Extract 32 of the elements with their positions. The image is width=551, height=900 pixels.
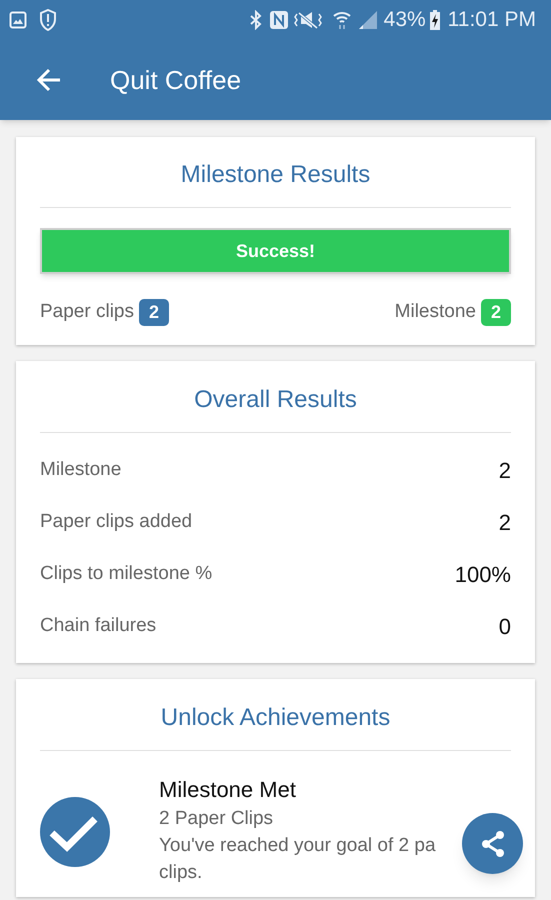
success-banner: Success!	[40, 228, 511, 274]
count-badge: 2	[139, 298, 170, 326]
result-value: 2	[498, 509, 511, 537]
result-value: 100%	[454, 561, 511, 589]
wifi-icon	[332, 9, 352, 31]
result-label: Milestone	[40, 458, 122, 482]
achievement-subtitle: 2 Paper Clips	[159, 806, 274, 830]
vibrate-mute-icon	[294, 10, 322, 30]
badge-label: Milestone	[394, 300, 476, 324]
count-badge: 2	[480, 298, 511, 326]
card-title: Overall Results	[40, 360, 511, 432]
clock: 11:01 PM	[448, 7, 536, 34]
signal-icon	[358, 10, 378, 30]
card-title: Unlock Achievements	[40, 678, 511, 750]
result-value: 0	[498, 613, 511, 641]
achievement-title: Milestone Met	[159, 776, 297, 804]
back-arrow-icon	[36, 68, 62, 92]
alert-shield-icon	[39, 9, 57, 31]
nfc-icon	[268, 10, 289, 30]
app-title: Quit Coffee	[110, 64, 242, 96]
achievement-description: You've reached your goal of 2 pa	[159, 834, 436, 858]
battery-percent: 43%	[384, 7, 426, 34]
result-value: 2	[498, 457, 511, 485]
card-title: Milestone Results	[40, 137, 511, 208]
result-label: Paper clips added	[40, 510, 192, 534]
battery-charging-icon	[430, 10, 440, 30]
result-label: Chain failures	[40, 614, 156, 638]
badge-label: Paper clips	[40, 300, 134, 324]
image-icon	[9, 11, 27, 29]
achievement-description: clips.	[159, 860, 204, 884]
result-label: Clips to milestone %	[40, 562, 212, 586]
bluetooth-icon	[248, 10, 263, 30]
